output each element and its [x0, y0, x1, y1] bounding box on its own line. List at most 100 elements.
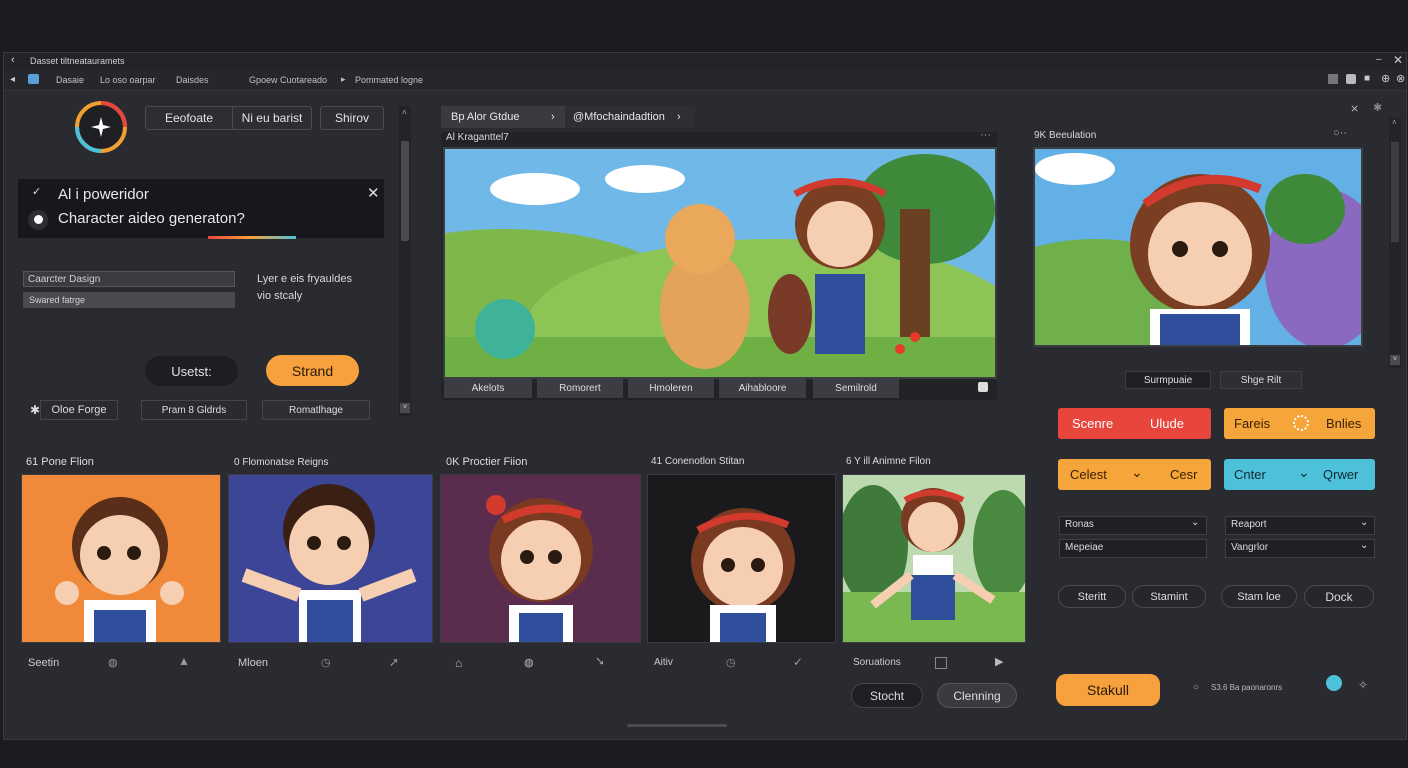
- select-clear-control[interactable]: Celest ⌄ Cesr: [1058, 459, 1211, 490]
- minimize-icon[interactable]: –: [1376, 54, 1382, 65]
- celest-label: Celest: [1070, 467, 1107, 482]
- expand-icon[interactable]: [978, 382, 988, 392]
- pill-button-1[interactable]: Steritt: [1058, 585, 1126, 608]
- strand-button[interactable]: Strand: [266, 355, 359, 386]
- right-scrollbar[interactable]: ˄ ˅: [1389, 118, 1401, 368]
- center-tab-1[interactable]: Akelots: [444, 379, 532, 398]
- up-arrow-icon[interactable]: ▲: [178, 654, 190, 668]
- gallery-thumb-4[interactable]: [647, 474, 836, 643]
- scroll-up-icon[interactable]: ˄: [402, 108, 407, 117]
- center-cover-control[interactable]: Cnter ⌄ Qrwer: [1224, 459, 1375, 490]
- scene-include-control[interactable]: Scenre Ulude: [1058, 408, 1211, 439]
- menu-item-4[interactable]: Gpoew Cuotareado: [249, 75, 327, 85]
- left-scrollbar[interactable]: ˄ ˅: [399, 106, 411, 416]
- report-select[interactable]: Reaport ⌄: [1225, 516, 1375, 535]
- stocht-button[interactable]: Stocht: [851, 683, 923, 708]
- home-icon[interactable]: ⌂: [455, 656, 462, 670]
- menu-item-5[interactable]: Pommated logne: [355, 75, 423, 85]
- clock-icon[interactable]: ◍: [108, 656, 118, 669]
- gallery-title-5: 6 Y ill Animne Filon: [846, 456, 931, 467]
- secondary-button[interactable]: Usetst:: [145, 356, 238, 386]
- boy-orange-image: [22, 475, 220, 642]
- close-window-icon[interactable]: ✕: [1393, 53, 1403, 67]
- settings-icon[interactable]: ⊕: [1381, 72, 1390, 85]
- back-arrow-icon[interactable]: ➘: [595, 654, 605, 668]
- breadcrumb-2[interactable]: @Mfochaindadtion ›: [565, 106, 695, 128]
- more-icon[interactable]: ···: [980, 129, 991, 141]
- back-icon[interactable]: ‹: [11, 54, 15, 66]
- more-icon[interactable]: ○··: [1333, 127, 1347, 139]
- shared-field[interactable]: Swared fatrge: [23, 292, 235, 308]
- right-scroll-thumb[interactable]: [1391, 142, 1399, 242]
- program-guides-button[interactable]: Pram 8 Gldrds: [141, 400, 247, 420]
- clock-icon[interactable]: ◍: [524, 656, 534, 669]
- clock-icon[interactable]: ◷: [726, 656, 736, 669]
- app-logo: [73, 99, 129, 155]
- check-icon[interactable]: ✓: [793, 655, 803, 669]
- vangrlor-select[interactable]: Vangrlor ⌄: [1225, 539, 1375, 558]
- bnlies-label: Bnlies: [1326, 416, 1362, 431]
- center-tab-4[interactable]: Aihabloore: [719, 379, 806, 398]
- save-icon[interactable]: [1346, 74, 1356, 84]
- main-video-preview[interactable]: [443, 147, 997, 379]
- close-popup-icon[interactable]: ✕: [367, 184, 380, 202]
- clock-icon[interactable]: ◷: [321, 656, 331, 669]
- romanthage-button[interactable]: Romatlhage: [262, 400, 370, 420]
- pill-button-2[interactable]: Stamint: [1132, 585, 1206, 608]
- scroll-down-icon[interactable]: ˅: [400, 403, 410, 413]
- chevron-down-icon: ⌄: [1360, 517, 1369, 528]
- fareis-control[interactable]: Fareis Bnlies: [1224, 408, 1375, 439]
- play-icon[interactable]: ▶: [995, 655, 1003, 668]
- center-tab-5[interactable]: Semilrold: [813, 379, 899, 398]
- star-icon[interactable]: ✱: [1373, 101, 1382, 114]
- summary-button[interactable]: Surmpuaie: [1125, 371, 1211, 389]
- layout-icon[interactable]: [1328, 74, 1338, 84]
- check-badge-icon: [1326, 675, 1342, 691]
- left-scroll-thumb[interactable]: [401, 141, 409, 241]
- scroll-up-icon[interactable]: ˄: [1392, 118, 1397, 127]
- shge-rilt-button[interactable]: Shge Rilt: [1220, 371, 1302, 389]
- ronas-select[interactable]: Ronas ⌄: [1059, 516, 1207, 535]
- popup-accent-bar: [208, 236, 296, 239]
- pill-button-3[interactable]: Stam loe: [1221, 585, 1297, 608]
- chevron-down-icon: ⌄: [1298, 464, 1310, 480]
- cnter-label: Cnter: [1234, 467, 1266, 482]
- mepeiae-value: Mepeiae: [1065, 542, 1104, 553]
- breadcrumb-2-label: @Mfochaindadtion: [573, 111, 665, 123]
- menu-item-1[interactable]: Dasaie: [56, 75, 84, 85]
- gallery-thumb-1[interactable]: [21, 474, 221, 643]
- menu-bar: ◂ Dasaie Lo oso oarpar Daisdes Gpoew Cuo…: [4, 70, 1406, 91]
- cleaning-button[interactable]: Clenning: [937, 683, 1017, 708]
- menu-item-3[interactable]: Daisdes: [176, 75, 209, 85]
- bookmark-icon[interactable]: ■: [1364, 73, 1370, 84]
- tab-3[interactable]: Shirov: [320, 106, 384, 130]
- close-x-icon[interactable]: ⨯: [1350, 102, 1359, 115]
- center-tab-3[interactable]: Hmoleren: [628, 379, 714, 398]
- global-forge-button[interactable]: Oloe Forge: [40, 400, 118, 420]
- dock-button[interactable]: Dock: [1304, 585, 1374, 608]
- gallery-thumb-3[interactable]: [440, 474, 641, 643]
- gallery-thumb-2[interactable]: [228, 474, 433, 643]
- right-preview-image[interactable]: [1033, 147, 1363, 347]
- share-icon[interactable]: ⊗: [1396, 72, 1405, 85]
- stakull-button[interactable]: Stakull: [1056, 674, 1160, 706]
- square-icon[interactable]: [935, 657, 947, 669]
- center-tab-2[interactable]: Romorert: [537, 379, 623, 398]
- mepeiae-select[interactable]: Mepeiae: [1059, 539, 1207, 558]
- tab-2[interactable]: Ni eu barist: [232, 106, 312, 130]
- gear-icon: ✱: [30, 403, 41, 417]
- girl-forest-image: [843, 475, 1025, 642]
- page-indicator[interactable]: [627, 724, 727, 727]
- sparkle-icon[interactable]: ✧: [1358, 678, 1368, 692]
- scroll-down-icon[interactable]: ˅: [1390, 355, 1400, 365]
- cartoon-scene-image: [445, 149, 995, 377]
- chevron-right-icon: ›: [677, 111, 681, 123]
- menu-item-2[interactable]: Lo oso oarpar: [100, 75, 156, 85]
- tab-1[interactable]: Eeofoate: [145, 106, 233, 130]
- link-icon[interactable]: ➚: [389, 655, 399, 669]
- popup-line-1: Al i poweridor: [58, 186, 149, 203]
- arrow-icon[interactable]: ◂: [10, 74, 15, 85]
- gallery-thumb-5[interactable]: [842, 474, 1026, 643]
- character-design-field[interactable]: Caarcter Dasign: [23, 271, 235, 287]
- breadcrumb-1[interactable]: Bp Alor Gtdue ›: [441, 106, 565, 128]
